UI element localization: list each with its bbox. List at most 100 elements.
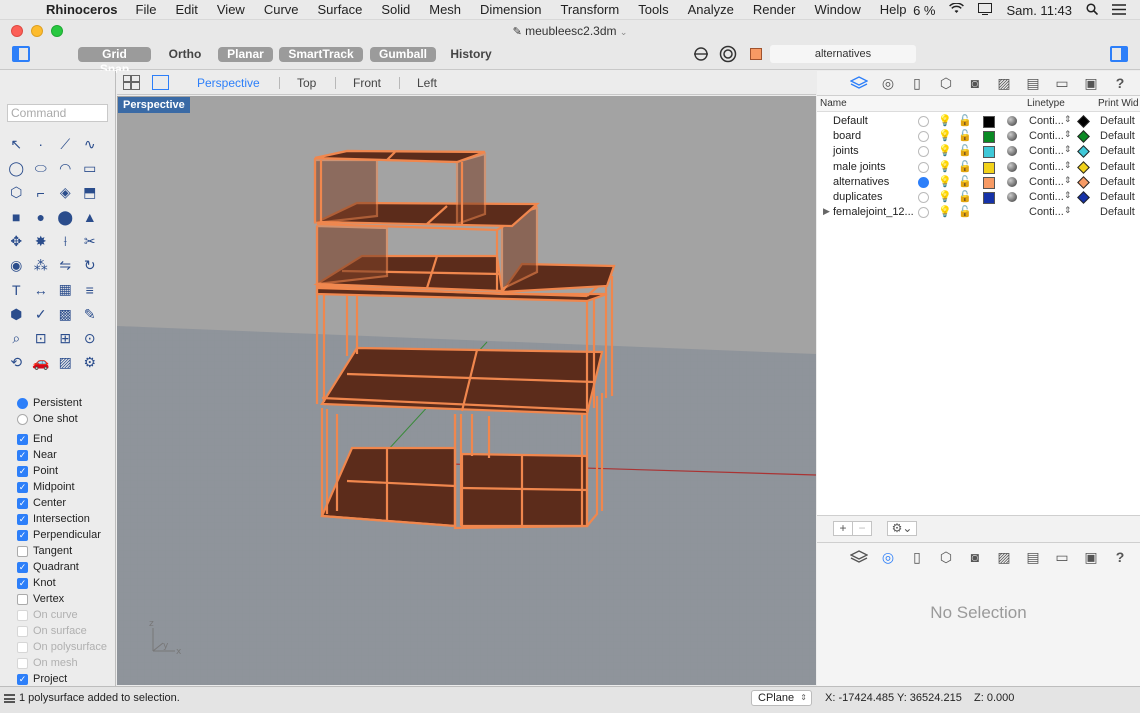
osnap-on-polysurface-checkbox[interactable]: On polysurface: [17, 639, 116, 655]
osnap-point-checkbox[interactable]: ✓ Point: [17, 463, 116, 479]
solid-tools-icon[interactable]: ⬢: [4, 302, 29, 326]
materials-tab-icon[interactable]: ◎: [876, 547, 900, 567]
osnap-tangent-checkbox[interactable]: Tangent: [17, 543, 116, 559]
col-linetype-header[interactable]: Linetype: [1027, 98, 1065, 109]
ortho-toggle[interactable]: Ortho: [163, 47, 207, 62]
materials-tab-icon[interactable]: ◎: [876, 73, 900, 93]
layer-linetype[interactable]: Conti...: [1029, 130, 1064, 142]
help-tab-icon[interactable]: ?: [1108, 547, 1132, 567]
stepper-arrows-icon[interactable]: ⇕: [1064, 160, 1072, 171]
perspective-viewport[interactable]: x z y Perspective: [117, 96, 816, 685]
tab-left[interactable]: Left: [417, 76, 437, 90]
ellipse-icon[interactable]: ⬭: [29, 156, 54, 180]
osnap-on-curve-checkbox[interactable]: On curve: [17, 607, 116, 623]
help-tab-icon[interactable]: ?: [1108, 73, 1132, 93]
document-tab-icon[interactable]: ▯: [905, 547, 929, 567]
print-color-diamond-icon[interactable]: [1077, 175, 1090, 189]
app-menu[interactable]: Rhinoceros: [46, 2, 118, 17]
clock[interactable]: Sam. 11:43: [1006, 3, 1072, 18]
layer-print-width[interactable]: Default: [1100, 176, 1135, 188]
menu-curve[interactable]: Curve: [264, 2, 299, 17]
spotlight-search-icon[interactable]: [1086, 2, 1099, 18]
osnap-on-surface-checkbox[interactable]: On surface: [17, 623, 116, 639]
polyline-icon[interactable]: ⟋: [53, 132, 78, 156]
menu-surface[interactable]: Surface: [318, 2, 363, 17]
layer-color-swatch[interactable]: [983, 191, 995, 204]
extrude-icon[interactable]: ⬒: [78, 181, 103, 205]
osnap-one-shot-radio[interactable]: One shot: [17, 411, 116, 427]
print-color-diamond-icon[interactable]: [1077, 145, 1090, 159]
osnap-perpendicular-checkbox[interactable]: ✓ Perpendicular: [17, 527, 116, 543]
lock-icon[interactable]: 🔓: [958, 114, 972, 127]
visibility-bulb-icon[interactable]: 💡: [938, 175, 952, 188]
paint-icon[interactable]: ✎: [78, 302, 103, 326]
layers-tab-icon[interactable]: [847, 547, 871, 567]
menu-file[interactable]: File: [136, 2, 157, 17]
layer-color-swatch[interactable]: [983, 161, 995, 174]
material-sphere-icon[interactable]: [1007, 191, 1017, 202]
lock-icon[interactable]: 🔓: [958, 144, 972, 157]
camera-tab-icon[interactable]: ◙: [963, 547, 987, 567]
material-sphere-icon[interactable]: [1007, 146, 1017, 157]
material-sphere-icon[interactable]: [1007, 116, 1017, 126]
lock-icon[interactable]: 🔓: [958, 129, 972, 142]
curve-icon[interactable]: ∿: [78, 132, 103, 156]
check-icon[interactable]: ✓: [29, 302, 54, 326]
cursor-arrow-icon[interactable]: ↖: [4, 132, 29, 156]
osnap-knot-checkbox[interactable]: ✓ Knot: [17, 575, 116, 591]
monitor-tab-icon[interactable]: ▣: [1079, 73, 1103, 93]
stepper-arrows-icon[interactable]: ⇕: [1064, 175, 1072, 186]
osnap-intersection-checkbox[interactable]: ✓ Intersection: [17, 511, 116, 527]
cplane-selector[interactable]: CPlane ⇕: [751, 690, 812, 706]
layer-print-width[interactable]: Default: [1100, 115, 1135, 127]
cone-icon[interactable]: ▲: [78, 205, 103, 229]
viewport-name-label[interactable]: Perspective: [118, 97, 190, 113]
menu-view[interactable]: View: [217, 2, 245, 17]
smarttrack-toggle[interactable]: SmartTrack: [279, 47, 363, 62]
planar-toggle[interactable]: Planar: [218, 47, 273, 62]
model-scene[interactable]: x z y: [117, 96, 816, 685]
osnap-center-checkbox[interactable]: ✓ Center: [17, 495, 116, 511]
menu-help[interactable]: Help: [880, 2, 907, 17]
properties-icon[interactable]: ⚙: [78, 351, 103, 375]
group-icon[interactable]: ⁂: [29, 253, 54, 277]
layer-row[interactable]: alternatives 💡 🔓 Conti... ⇕ Default: [817, 175, 1140, 190]
notes-tab-icon[interactable]: ▤: [1021, 547, 1045, 567]
zoom-icon[interactable]: ⌕: [4, 326, 29, 350]
current-layer-radio[interactable]: [918, 191, 929, 203]
dimension-icon[interactable]: ↔: [29, 278, 54, 302]
layer-row[interactable]: Default 💡 🔓 Conti... ⇕ Default: [817, 114, 1140, 129]
tab-top[interactable]: Top: [297, 76, 316, 90]
layer-name[interactable]: alternatives: [833, 176, 889, 188]
wifi-icon[interactable]: [949, 2, 965, 17]
sphere-icon[interactable]: ●: [29, 205, 54, 229]
hatch-icon[interactable]: ▨: [53, 351, 78, 375]
remove-layer-button[interactable]: −: [852, 521, 872, 536]
surface-icon[interactable]: ◈: [53, 181, 78, 205]
zoom-extents-icon[interactable]: ⊞: [53, 326, 78, 350]
osnap-on-mesh-checkbox[interactable]: On mesh: [17, 655, 116, 671]
camera-tab-icon[interactable]: ◙: [963, 73, 987, 93]
layer-linetype[interactable]: Conti...: [1029, 115, 1064, 127]
material-sphere-icon[interactable]: [1007, 131, 1017, 142]
array-icon[interactable]: ▦: [53, 278, 78, 302]
layer-linetype[interactable]: Conti...: [1029, 176, 1064, 188]
layer-print-width[interactable]: Default: [1100, 130, 1135, 142]
rectangle-icon[interactable]: ▭: [78, 156, 103, 180]
rotate-icon[interactable]: ↻: [78, 253, 103, 277]
menu-solid[interactable]: Solid: [381, 2, 410, 17]
layer-name[interactable]: board: [833, 130, 861, 142]
render-tab-icon[interactable]: ▨: [992, 547, 1016, 567]
current-layer-radio[interactable]: [918, 207, 929, 219]
cylinder-icon[interactable]: ⬤: [53, 205, 78, 229]
osnap-project-checkbox[interactable]: ✓ Project: [17, 671, 116, 687]
stepper-arrows-icon[interactable]: ⇕: [1064, 190, 1072, 201]
layer-linetype[interactable]: Conti...: [1029, 145, 1064, 157]
print-color-diamond-icon[interactable]: [1077, 191, 1090, 204]
render-car-icon[interactable]: 🚗: [29, 351, 54, 375]
layer-linetype[interactable]: Conti...: [1029, 191, 1064, 203]
layer-print-width[interactable]: Default: [1100, 206, 1135, 218]
polygon-icon[interactable]: ⬡: [4, 181, 29, 205]
menu-mesh[interactable]: Mesh: [429, 2, 461, 17]
stepper-arrows-icon[interactable]: ⇕: [1064, 144, 1072, 155]
